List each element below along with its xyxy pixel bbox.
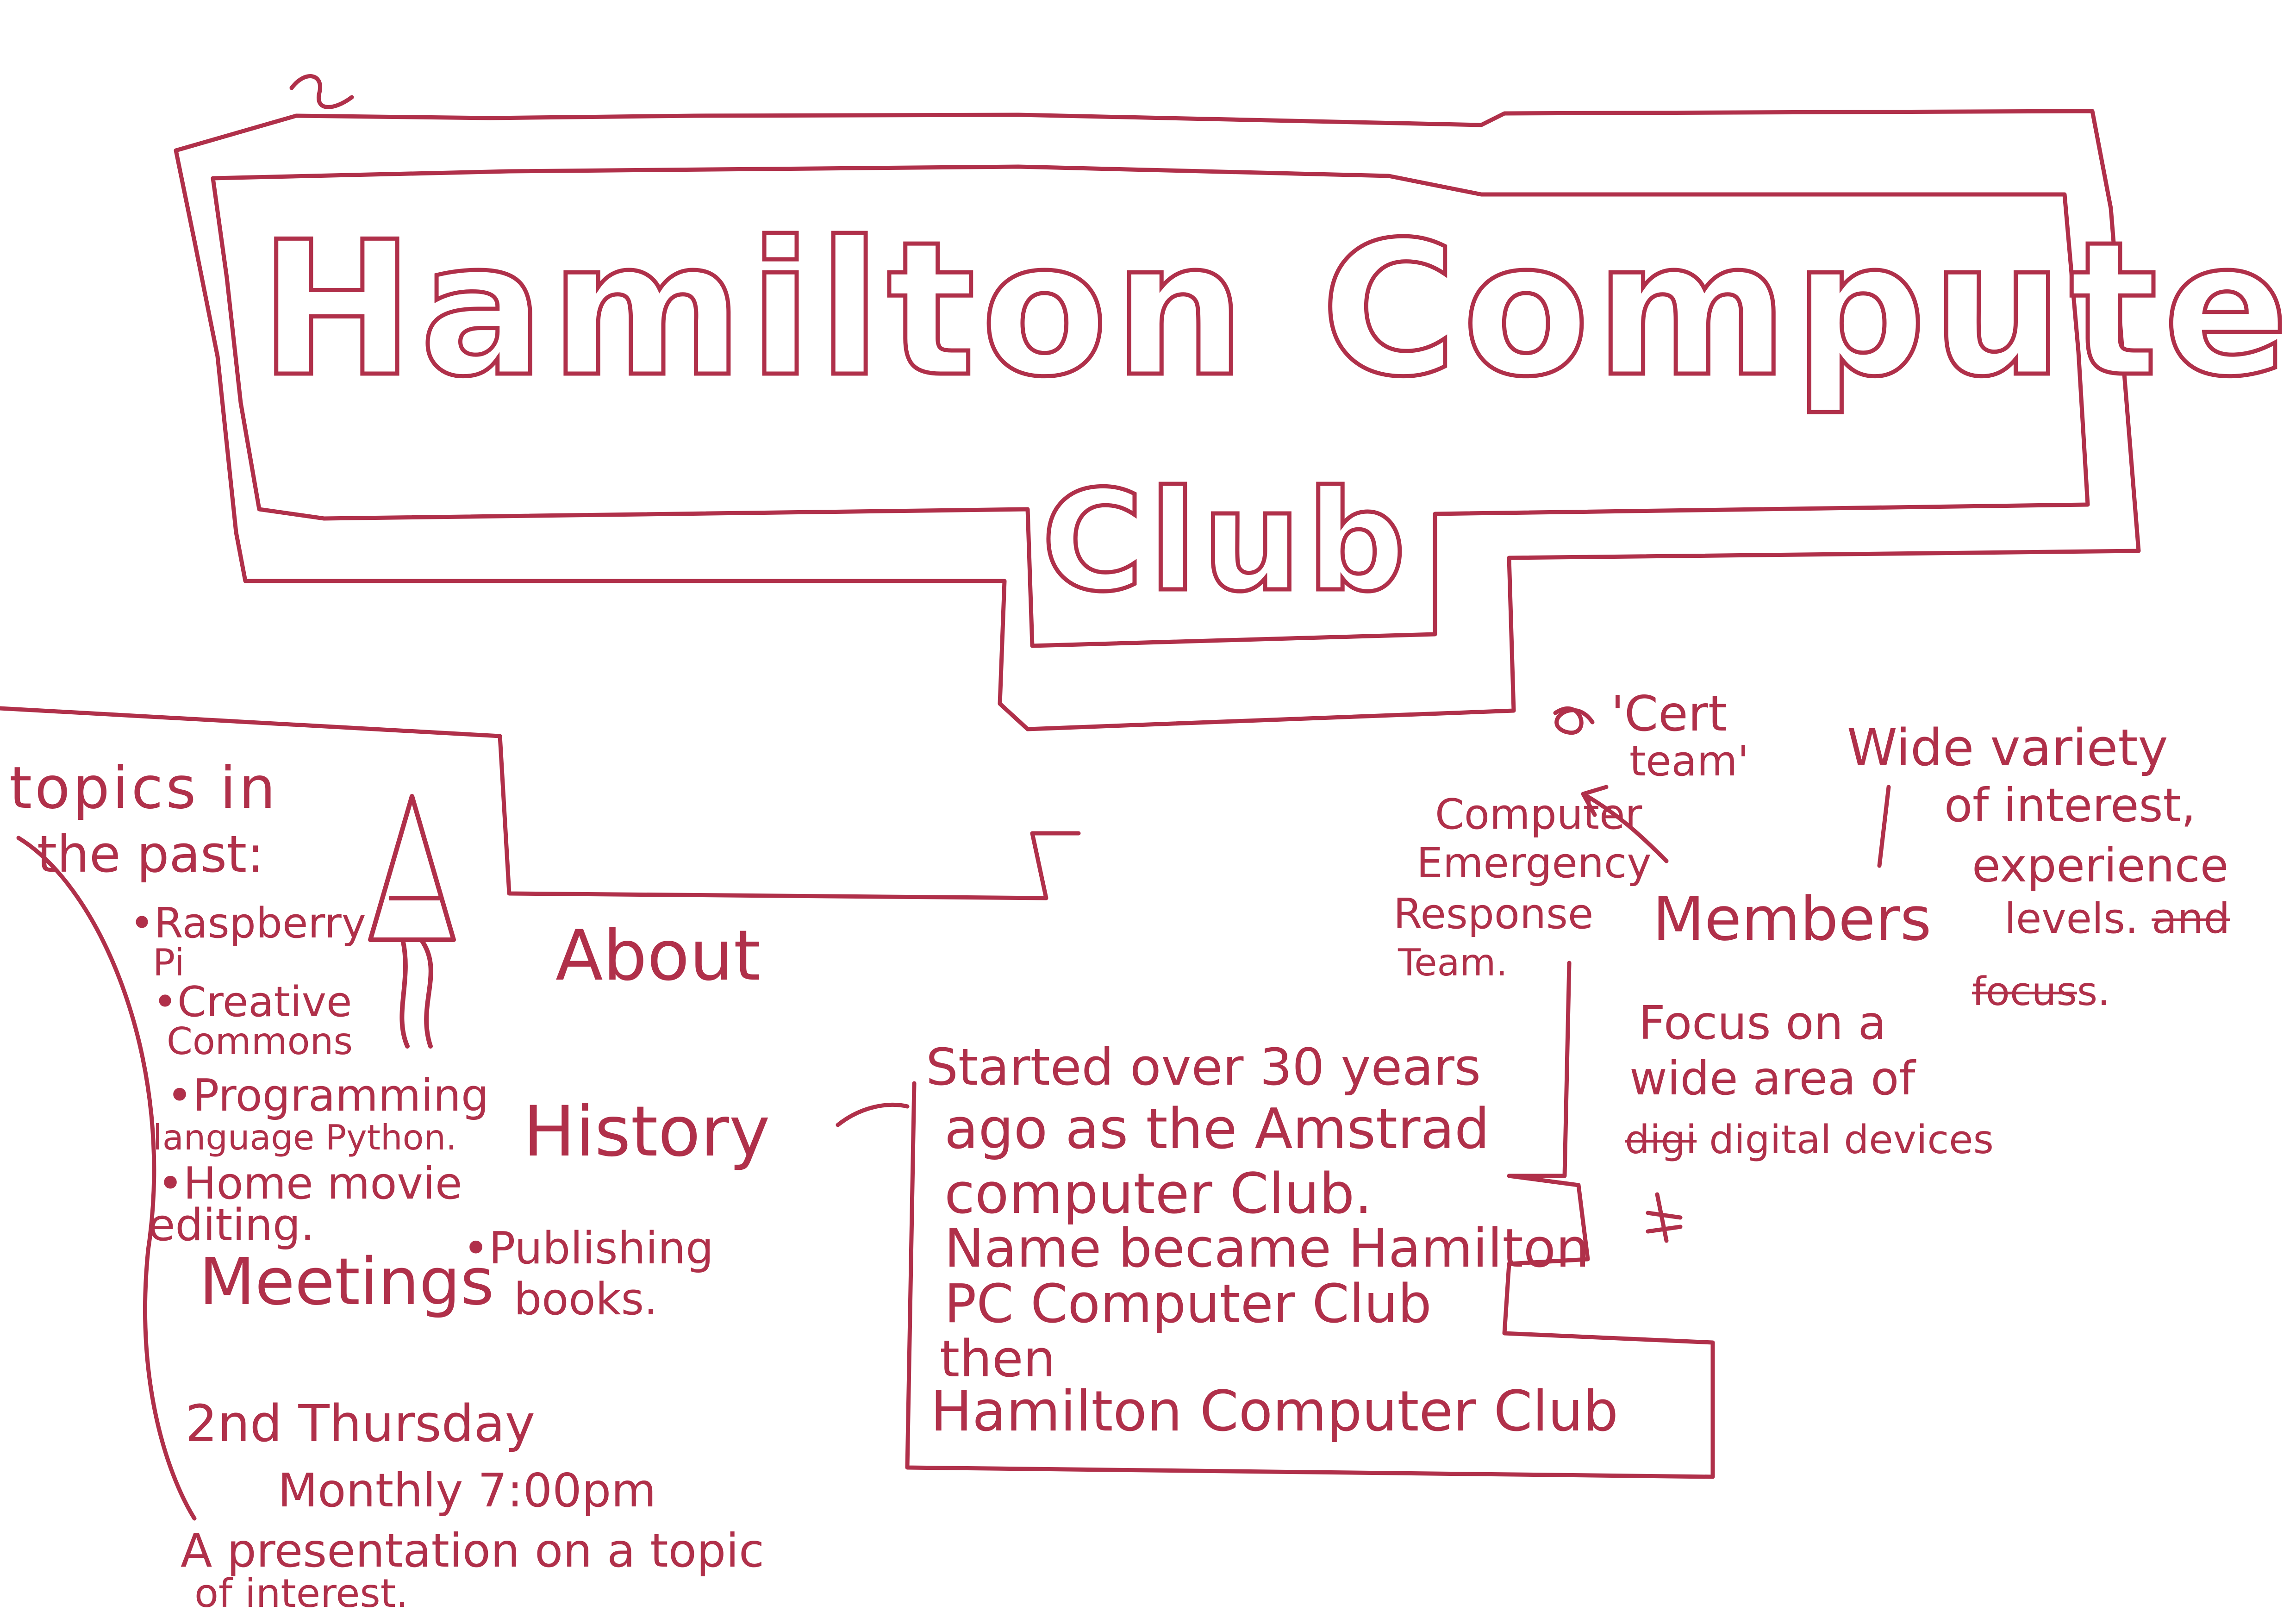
- banner-title-line2: Club: [1039, 461, 1412, 622]
- topics-item: Commons: [167, 1020, 353, 1063]
- focus-line3: digi digital devices: [1625, 1120, 1994, 1160]
- history-line: Name became Hamilton: [944, 1218, 1590, 1280]
- topics-item: •Raspberry: [130, 899, 366, 948]
- members-label: Members: [1653, 884, 1932, 954]
- variety-line3: experience: [1972, 838, 2229, 893]
- cert-meaning-line: Team.: [1398, 941, 1508, 984]
- focus-line: wide area of: [1629, 1051, 1915, 1106]
- variety-line4: levels. and: [2004, 898, 2230, 940]
- banner-title-line1: Hamilton Computer: [257, 202, 2296, 418]
- focus-struck-digi: digi: [1625, 1117, 1697, 1163]
- variety-levels: levels.: [2004, 894, 2139, 943]
- variety-line2: of interest,: [1944, 778, 2196, 832]
- cert-scribble: [1553, 706, 1595, 735]
- meetings-time: Monthly 7:00pm: [278, 1463, 656, 1518]
- history-line: then: [940, 1329, 1056, 1388]
- about-label: About: [555, 916, 761, 996]
- meetings-presentation-line1: A presentation on a topic: [181, 1524, 764, 1578]
- history-connector: [836, 1102, 910, 1127]
- cert-meaning-line: Response: [1393, 890, 1594, 938]
- cert-meaning-line: Computer: [1435, 790, 1642, 839]
- stray-mark: [1646, 1192, 1683, 1243]
- variety-struck-and: and: [2152, 894, 2230, 943]
- members-divider-tick: [1877, 785, 1891, 868]
- topics-item: Pi: [153, 941, 185, 984]
- variety-struck-focus: focus: [1972, 969, 2077, 1015]
- topics-item: •Creative: [153, 978, 352, 1026]
- history-line: Hamilton Computer Club: [930, 1380, 1619, 1444]
- python-logo-icon: [368, 794, 456, 1049]
- publishing-line1: •Publishing: [463, 1223, 714, 1274]
- topics-item: language Python.: [153, 1117, 457, 1158]
- topics-item: editing.: [148, 1200, 315, 1251]
- variety-line1: Wide variety: [1847, 718, 2168, 777]
- sketch-sheet: Hamilton Computer Club About topics in t…: [0, 0, 2296, 1624]
- meetings-day: 2nd Thursday: [185, 1394, 535, 1453]
- topics-item: •Programming: [167, 1070, 489, 1121]
- banner-doodle: [289, 74, 354, 109]
- publishing-line2: books.: [514, 1274, 658, 1325]
- focus-line: Focus on a: [1639, 996, 1887, 1050]
- variety-end: s.: [2077, 969, 2110, 1015]
- focus-end: digital devices: [1709, 1117, 1994, 1163]
- variety-line5: focuss.: [1972, 972, 2110, 1012]
- cert-meaning-line: Emergency: [1416, 839, 1652, 887]
- topics-heading-line1: topics in: [9, 755, 279, 822]
- meetings-presentation-line2: of interest.: [194, 1571, 409, 1617]
- topics-heading-line2: the past:: [37, 824, 264, 884]
- cert-team-line2: team': [1629, 737, 1749, 786]
- topics-item: •Home movie: [157, 1158, 462, 1209]
- history-line: PC Computer Club: [944, 1273, 1432, 1335]
- history-line: ago as the Amstrad: [944, 1097, 1490, 1162]
- history-line: computer Club.: [944, 1162, 1373, 1226]
- history-line: Started over 30 years: [926, 1037, 1481, 1097]
- cert-team-line1: 'Cert: [1611, 686, 1728, 742]
- history-label: History: [523, 1092, 770, 1172]
- meetings-label: Meetings: [199, 1244, 494, 1320]
